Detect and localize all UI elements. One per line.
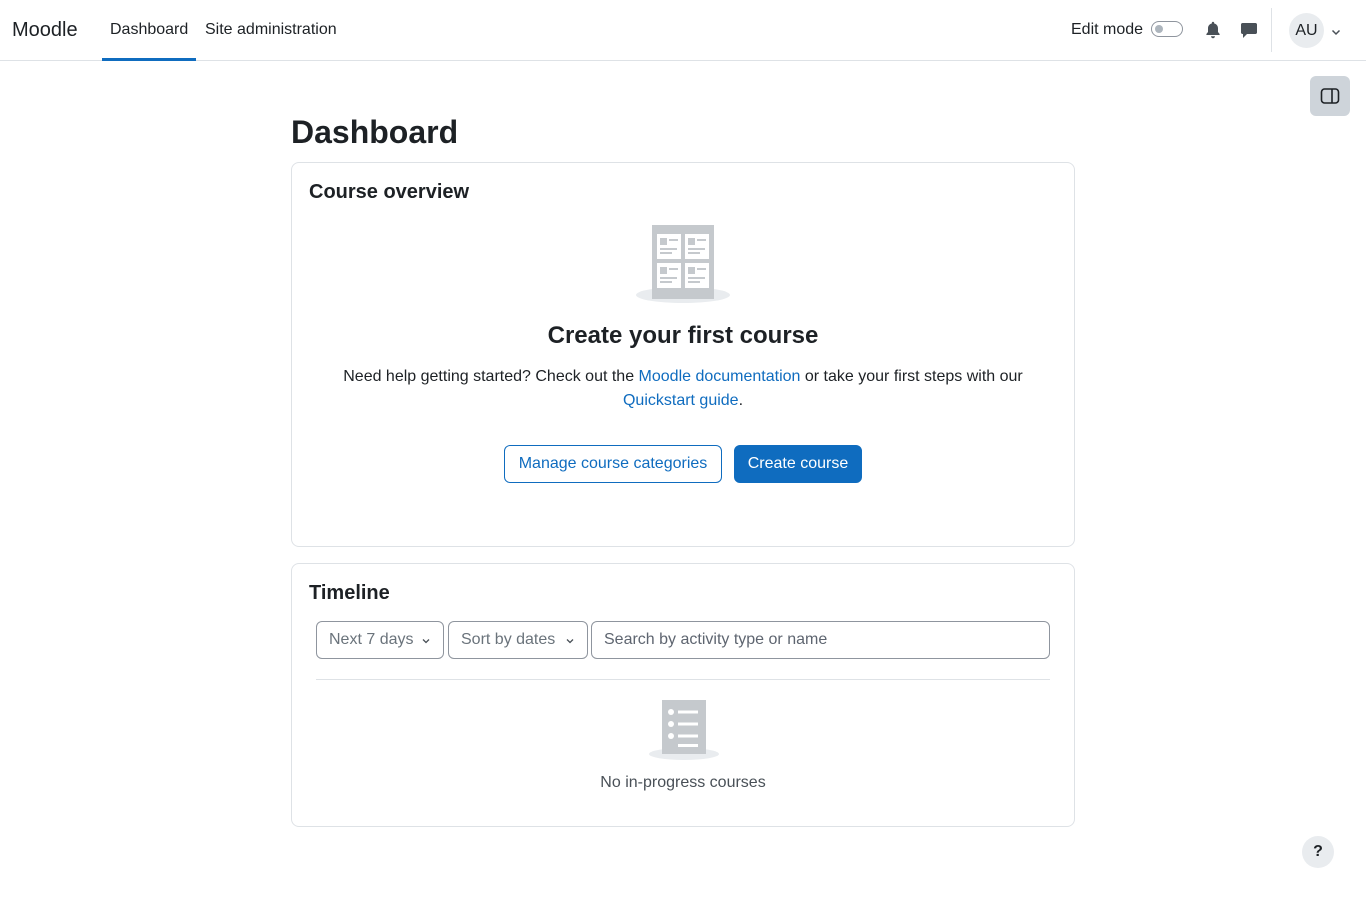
nav-tab-dashboard[interactable]: Dashboard: [102, 0, 197, 61]
site-brand[interactable]: Moodle: [12, 17, 78, 43]
nav-tab-site-administration[interactable]: Site administration: [197, 0, 345, 60]
page-title: Dashboard: [291, 114, 459, 150]
sidebar-toggle-icon: [1320, 88, 1340, 104]
edit-mode-label: Edit mode: [1071, 21, 1144, 38]
help-button[interactable]: ?: [1302, 836, 1334, 868]
help-text-suffix: .: [738, 392, 744, 409]
chevron-down-icon: [422, 639, 430, 644]
help-text-middle: or take your first steps with our: [800, 368, 1023, 385]
toggle-knob: [1155, 25, 1163, 33]
help-text-prefix: Need help getting started? Check out the: [343, 368, 639, 385]
open-block-drawer-button[interactable]: [1310, 76, 1350, 116]
bell-icon[interactable]: [1203, 20, 1223, 40]
help-text: Need help getting started? Check out the…: [322, 365, 1044, 413]
quickstart-guide-link[interactable]: Quickstart guide: [623, 392, 739, 409]
create-course-button[interactable]: Create course: [734, 445, 862, 483]
timeline-search-input[interactable]: [591, 621, 1050, 659]
timeline-title: Timeline: [309, 582, 390, 604]
edit-mode-toggle[interactable]: [1151, 21, 1183, 37]
course-overview-block: Course overview Create your first course…: [291, 162, 1075, 547]
create-first-course-heading: Create your first course: [547, 322, 819, 349]
timeline-divider: [316, 679, 1050, 680]
timeline-block: Timeline Next 7 days Sort by dates No in…: [291, 563, 1075, 827]
navbar-divider: [1271, 8, 1272, 52]
chevron-down-icon: [566, 639, 574, 644]
chat-icon[interactable]: [1239, 20, 1259, 40]
no-courses-message: No in-progress courses: [600, 774, 766, 791]
manage-course-categories-button[interactable]: Manage course categories: [504, 445, 722, 483]
activities-illustration-icon: [649, 700, 719, 760]
moodle-documentation-link[interactable]: Moodle documentation: [639, 368, 801, 385]
chevron-down-icon[interactable]: [1330, 25, 1342, 37]
date-range-select[interactable]: Next 7 days: [316, 621, 444, 659]
course-overview-title: Course overview: [309, 181, 470, 203]
user-avatar[interactable]: AU: [1289, 13, 1324, 48]
sort-value: Sort by dates: [461, 631, 556, 648]
date-range-value: Next 7 days: [329, 631, 414, 648]
sort-select[interactable]: Sort by dates: [448, 621, 588, 659]
top-navbar: Moodle Dashboard Site administration Edi…: [0, 0, 1366, 61]
courses-illustration-icon: [636, 225, 730, 303]
